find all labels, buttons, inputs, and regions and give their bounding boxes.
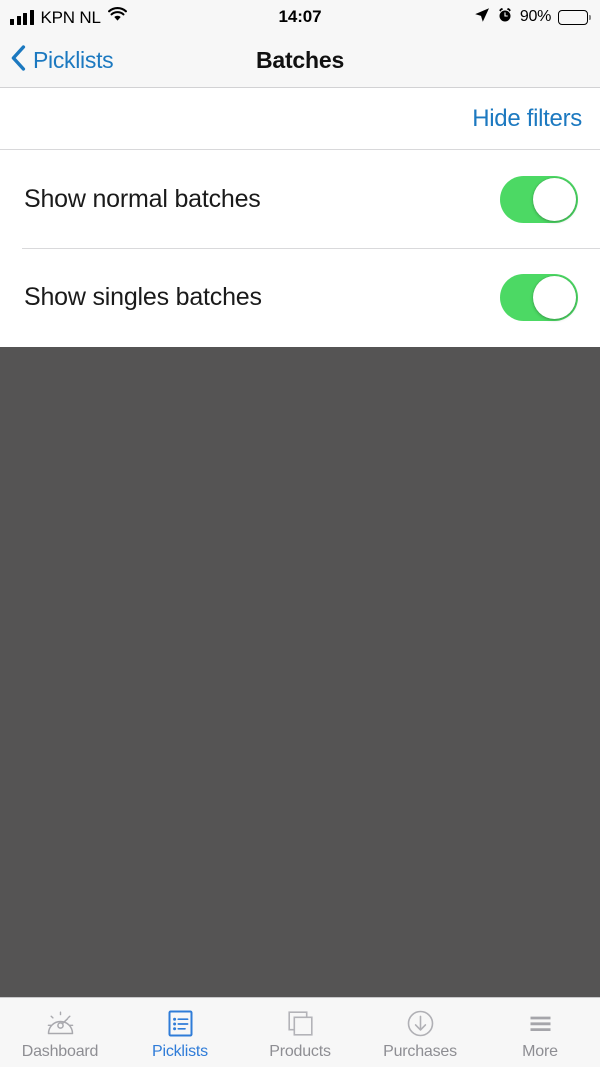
app-screen: KPN NL 14:07 90% Picklists Batches Hide … [0, 0, 600, 1067]
filter-row-singles-batches: Show singles batches [0, 248, 600, 346]
alarm-clock-icon [497, 7, 513, 28]
tab-more[interactable]: More [480, 998, 600, 1067]
status-bar-right: 90% [474, 7, 592, 28]
list-document-icon [165, 1008, 196, 1039]
toggle-knob [533, 275, 576, 319]
navigation-bar: Picklists Batches [0, 34, 600, 88]
stacked-squares-icon [285, 1008, 316, 1039]
content-area: Hide filters Show normal batches Show si… [0, 88, 600, 997]
toggle-show-singles-batches[interactable] [500, 273, 578, 321]
tab-purchases[interactable]: Purchases [360, 998, 480, 1067]
tab-label: Products [269, 1042, 331, 1060]
battery-percentage: 90% [519, 8, 551, 25]
back-button[interactable]: Picklists [0, 45, 114, 76]
tab-label: More [522, 1042, 558, 1060]
status-bar-left: KPN NL [10, 7, 127, 27]
filter-header: Hide filters [0, 88, 600, 150]
tab-products[interactable]: Products [240, 998, 360, 1067]
signal-bars-icon [10, 9, 34, 25]
back-button-label: Picklists [33, 47, 114, 73]
tab-label: Picklists [152, 1042, 208, 1060]
dimming-overlay[interactable] [0, 347, 600, 997]
gauge-icon [45, 1008, 76, 1039]
circle-arrow-down-icon [405, 1008, 436, 1039]
filter-label: Show normal batches [24, 184, 261, 213]
chevron-left-icon [11, 45, 26, 76]
tab-dashboard[interactable]: Dashboard [0, 998, 120, 1067]
toggle-show-normal-batches[interactable] [500, 175, 578, 223]
hamburger-icon [525, 1008, 556, 1039]
battery-icon [558, 9, 592, 25]
location-arrow-icon [474, 7, 490, 28]
hide-filters-button[interactable]: Hide filters [472, 105, 582, 133]
filter-row-normal-batches: Show normal batches [0, 150, 600, 248]
tab-bar: Dashboard Picklists Products Purchases M… [0, 997, 600, 1067]
filter-label: Show singles batches [24, 282, 262, 311]
carrier-label: KPN NL [40, 7, 101, 27]
status-bar: KPN NL 14:07 90% [0, 0, 600, 34]
wifi-icon [107, 7, 127, 27]
tab-picklists[interactable]: Picklists [120, 998, 240, 1067]
filter-panel: Hide filters Show normal batches Show si… [0, 88, 600, 346]
tab-label: Purchases [383, 1042, 457, 1060]
toggle-knob [533, 177, 576, 221]
tab-label: Dashboard [21, 1042, 99, 1060]
